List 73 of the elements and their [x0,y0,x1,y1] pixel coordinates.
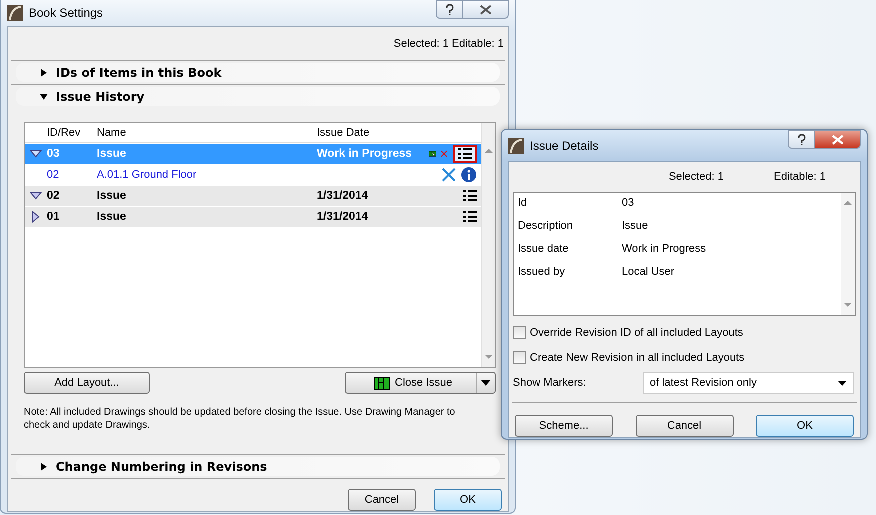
help-icon [796,134,806,146]
checkbox[interactable] [513,326,526,339]
info-icon[interactable] [461,167,477,183]
property-label: Description [518,220,574,234]
caret-down-icon[interactable] [30,148,42,160]
list-icon[interactable] [458,148,472,160]
checkbox-option[interactable]: Override Revision ID of all included Layouts [513,324,856,341]
show-markers-label: Show Markers: [513,377,588,389]
table-cell-text: Issue [97,190,128,202]
table-cell-text: A.01.1 Ground Floor [97,169,198,181]
selected-count: Selected: 1 [668,171,724,183]
column-header: Issue Date [317,126,371,138]
app-icon [508,138,524,154]
selection-summary: Selected: 1 Editable: 1 [392,37,504,52]
app-icon [7,5,23,21]
property-value: 03 [622,197,634,211]
dropdown-arrow-icon [838,380,847,386]
caret-down-icon [40,93,48,101]
list-icon[interactable] [463,190,477,202]
column-header: ID/Rev [47,126,82,138]
property-value: Issue [622,220,648,234]
list-icon[interactable] [463,211,477,223]
table-row[interactable]: 02 Issue 1/31/2014 [25,186,481,206]
window-title: Book Settings [29,6,104,20]
dialog-button[interactable]: Cancel [348,489,416,511]
property-value: Local User [622,266,675,280]
table-cell-text: Work in Progress [317,148,414,160]
note-text: Note: All included Drawings should be updated before closing the Issue. Use Drawing Manager to check and update Drawings. [24,406,456,432]
close-button[interactable] [463,0,509,19]
dropdown-arrow-icon[interactable] [481,380,491,386]
scrollbar[interactable] [841,193,855,315]
editable-count: Editable: 1 [774,171,826,183]
section-header[interactable]: IDs of Items in this Book [16,63,500,82]
caret-right-icon[interactable] [30,211,42,223]
table-cell-text: Issue [97,148,128,160]
dialog-button[interactable]: OK [756,415,854,437]
table-cell-text: 1/31/2014 [317,190,370,202]
section-header[interactable]: Issue History [16,87,500,106]
checkbox[interactable] [513,351,526,364]
close-issue-button[interactable]: Close Issue [345,372,496,394]
drawing-icon [374,376,390,390]
dialog-button[interactable]: Scheme... [515,415,613,437]
section-header[interactable]: Change Numbering in Revisons [16,457,500,476]
close-icon [480,4,492,14]
table-cell-text: 1/31/2014 [317,211,370,223]
column-header: Name [97,126,128,138]
table-cell-text: 02 [47,169,60,181]
property-label: Issue date [518,243,570,257]
add-layout-button[interactable]: Add Layout... [24,372,150,394]
show-markers-dropdown[interactable]: of latest Revision only [643,372,854,394]
help-button[interactable] [788,130,815,149]
table-row[interactable]: 01 Issue 1/31/2014 [25,207,481,227]
dialog-button[interactable]: Cancel [636,415,734,437]
close-icon [832,134,844,144]
property-label: Id [518,197,528,211]
help-button[interactable] [436,0,463,19]
checkbox-option[interactable]: Create New Revision in all included Layouts [513,349,856,366]
scrollbar[interactable] [481,123,495,367]
delete-icon[interactable] [442,168,456,182]
table-cell-text: 02 [47,190,61,202]
window-title: Issue Details [530,138,600,152]
caret-down-icon[interactable] [30,190,42,202]
caret-right-icon [40,463,48,471]
caret-right-icon [40,69,48,77]
property-value: Work in Progress [622,243,706,257]
help-icon [444,4,454,16]
property-label: Issued by [518,266,566,280]
table-cell-text: 03 [47,148,61,160]
table-cell-text: Issue [97,211,128,223]
marker-icon[interactable] [429,148,436,160]
table-cell-text: 01 [47,211,61,223]
close-button[interactable] [815,130,861,149]
dialog-button[interactable]: OK [434,489,502,511]
